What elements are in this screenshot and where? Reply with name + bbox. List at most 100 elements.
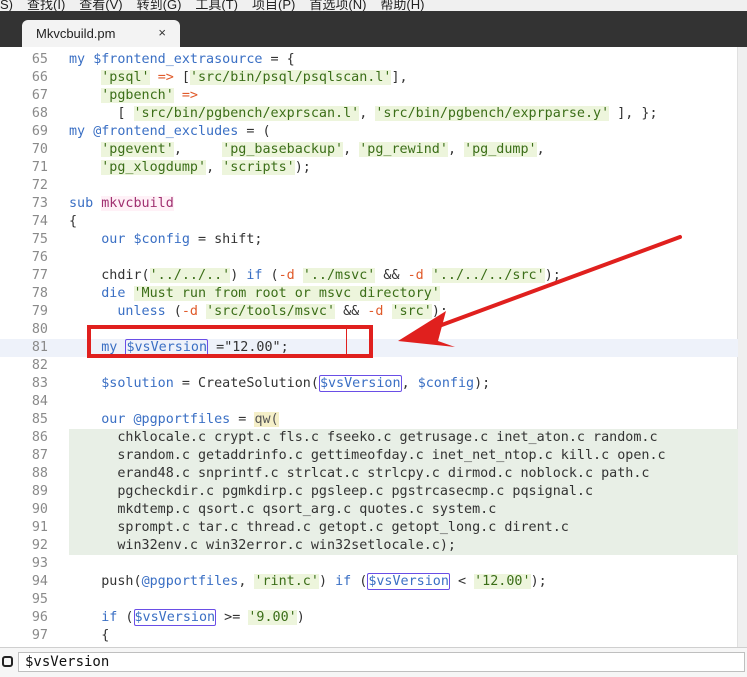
find-input[interactable] — [18, 652, 745, 672]
line-number: 65 — [31, 52, 48, 67]
line-code: { — [69, 213, 77, 231]
code-token: push( — [69, 574, 142, 589]
code-token: if — [335, 574, 352, 589]
code-line[interactable]: 84 — [0, 393, 738, 411]
code-line[interactable]: 66 'psql' => ['src/bin/psql/psqlscan.l']… — [0, 69, 738, 87]
code-token: '../../../src' — [431, 268, 545, 283]
line-number: 72 — [31, 178, 48, 193]
code-line[interactable]: 72 — [0, 177, 738, 195]
code-token: -d — [181, 304, 198, 319]
code-line[interactable]: 89 pgcheckdir.c pgmkdirp.c pgsleep.c pgs… — [0, 483, 738, 501]
code-line[interactable]: 75 our $config = shift; — [0, 231, 738, 249]
code-line[interactable]: 97 { — [0, 627, 738, 645]
code-line[interactable]: 77 chdir('../../..') if (-d '../msvc' &&… — [0, 267, 738, 285]
code-line[interactable]: 83 $solution = CreateSolution($vsVersion… — [0, 375, 738, 393]
line-code: unless (-d 'src/tools/msvc' && -d 'src')… — [69, 303, 448, 321]
code-line[interactable]: 73 sub mkvcbuild — [0, 195, 738, 213]
code-token: < — [449, 574, 475, 589]
code-token: ); — [431, 304, 448, 319]
line-number: 75 — [31, 232, 48, 247]
code-line[interactable]: 96 if ($vsVersion >= '9.00') — [0, 609, 738, 627]
line-code: our $config = shift; — [69, 231, 263, 249]
line-number: 70 — [31, 142, 48, 157]
code-line[interactable]: 67 'pgbench' => — [0, 87, 738, 105]
code-token: chdir( — [69, 268, 150, 283]
line-code: chklocale.c crypt.c fls.c fseeko.c getru… — [69, 429, 658, 447]
line-code: push(@pgportfiles, 'rint.c') if ($vsVers… — [69, 573, 547, 591]
code-line[interactable]: 71 'pg_xlogdump', 'scripts'); — [0, 159, 738, 177]
code-token: if — [101, 610, 118, 625]
code-token: die — [101, 286, 126, 301]
code-line[interactable]: 76 — [0, 249, 738, 267]
code-line[interactable]: 69 my @frontend_excludes = ( — [0, 123, 738, 141]
line-code: sprompt.c tar.c thread.c getopt.c getopt… — [69, 519, 569, 537]
code-line[interactable]: 93 — [0, 555, 738, 573]
line-code: my $frontend_extrasource = { — [69, 51, 295, 69]
code-token: our — [101, 412, 134, 427]
line-code: 'pgevent', 'pg_basebackup', 'pg_rewind',… — [69, 141, 545, 159]
code-line[interactable]: 91 sprompt.c tar.c thread.c getopt.c get… — [0, 519, 738, 537]
code-token: , — [343, 142, 360, 157]
tab-mkvcbuild[interactable]: Mkvcbuild.pm × — [22, 20, 180, 47]
code-line[interactable]: 82 — [0, 357, 738, 375]
code-line[interactable]: 87 srandom.c getaddrinfo.c gettimeofday.… — [0, 447, 738, 465]
code-line[interactable]: 95 — [0, 591, 738, 609]
code-token: ); — [544, 268, 561, 283]
code-token: , — [173, 142, 223, 157]
code-token: 'pg_xlogdump' — [101, 160, 207, 175]
code-token: sub — [69, 196, 102, 211]
code-token: 'src/bin/pgbench/exprparse.y' — [375, 106, 610, 121]
code-token: 'pgbench' — [101, 88, 174, 103]
code-token: => — [181, 88, 198, 103]
line-code: if ($vsVersion >= '9.00') — [69, 609, 305, 627]
line-number: 96 — [31, 610, 48, 625]
code-line[interactable]: 79 unless (-d 'src/tools/msvc' && -d 'sr… — [0, 303, 738, 321]
code-token: win32env.c win32error.c win32setlocale.c… — [69, 538, 456, 553]
code-token: = shift; — [189, 232, 263, 247]
code-line[interactable]: 65 my $frontend_extrasource = { — [0, 51, 738, 69]
vertical-scrollbar[interactable] — [737, 47, 747, 647]
line-number: 77 — [31, 268, 48, 283]
code-token: our — [101, 232, 134, 247]
code-token: 'src/bin/pgbench/exprscan.l' — [133, 106, 360, 121]
code-line[interactable]: 88 erand48.c snprintf.c strlcat.c strlcp… — [0, 465, 738, 483]
line-code: { — [69, 627, 109, 645]
code-token: sprompt.c tar.c thread.c getopt.c getopt… — [69, 520, 569, 535]
code-line[interactable]: 92 win32env.c win32error.c win32setlocal… — [0, 537, 738, 555]
code-token: , — [447, 142, 465, 157]
find-options-icon[interactable] — [2, 656, 13, 667]
code-token: chklocale.c crypt.c fls.c fseeko.c getru… — [69, 430, 658, 445]
code-token: qw( — [254, 412, 279, 427]
code-line[interactable]: 68 [ 'src/bin/pgbench/exprscan.l', 'src/… — [0, 105, 738, 123]
line-number: 94 — [31, 574, 48, 589]
code-token: '../../..' — [149, 268, 231, 283]
annotation-highlight-box — [87, 325, 373, 358]
code-token: ) — [230, 268, 247, 283]
code-line[interactable]: 94 push(@pgportfiles, 'rint.c') if ($vsV… — [0, 573, 738, 591]
line-number: 86 — [31, 430, 48, 445]
code-token: = { — [262, 52, 295, 67]
line-number: 95 — [31, 592, 48, 607]
close-icon[interactable]: × — [158, 25, 166, 40]
code-line[interactable]: 90 mkdtemp.c qsort.c qsort_arg.c quotes.… — [0, 501, 738, 519]
code-line[interactable]: 86 chklocale.c crypt.c fls.c fseeko.c ge… — [0, 429, 738, 447]
code-token: mkvcbuild — [101, 196, 174, 211]
line-number: 82 — [31, 358, 48, 373]
code-token: ) — [318, 574, 336, 589]
line-code: [ 'src/bin/pgbench/exprscan.l', 'src/bin… — [69, 105, 658, 123]
line-number: 88 — [31, 466, 48, 481]
code-token: 'Must run from root or msvc directory' — [133, 286, 440, 301]
code-line[interactable]: 74 { — [0, 213, 738, 231]
code-line[interactable]: 78 die 'Must run from root or msvc direc… — [0, 285, 738, 303]
code-line[interactable]: 70 'pgevent', 'pg_basebackup', 'pg_rewin… — [0, 141, 738, 159]
code-token: { — [69, 628, 110, 643]
code-token: 'pg_dump' — [464, 142, 537, 157]
code-line[interactable]: 85 our @pgportfiles = qw( — [0, 411, 738, 429]
line-code: die 'Must run from root or msvc director… — [69, 285, 440, 303]
